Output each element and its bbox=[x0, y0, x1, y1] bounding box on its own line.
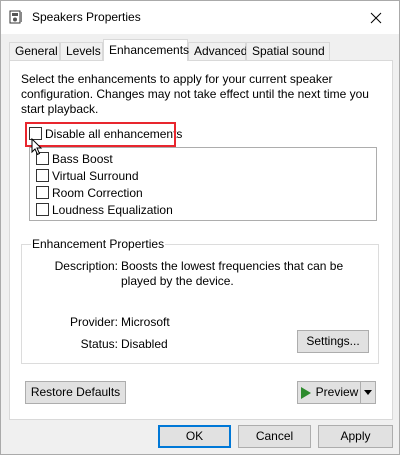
tab-spatial-sound[interactable]: Spatial sound bbox=[246, 42, 330, 60]
enhancement-properties-title: Enhancement Properties bbox=[31, 237, 166, 251]
preview-main[interactable]: Preview bbox=[298, 382, 361, 403]
intro-text: Select the enhancements to apply for you… bbox=[21, 72, 369, 116]
window-title: Speakers Properties bbox=[32, 10, 141, 24]
tab-strip: General Levels Enhancements Advanced Spa… bbox=[9, 39, 393, 61]
checkbox[interactable] bbox=[36, 186, 49, 200]
description-label: Description: bbox=[54, 259, 118, 273]
status-value: Disabled bbox=[121, 337, 168, 351]
tab-levels[interactable]: Levels bbox=[60, 42, 103, 60]
enhancement-list[interactable]: Bass Boost Virtual Surround Room Correct… bbox=[29, 147, 377, 221]
tab-advanced[interactable]: Advanced bbox=[188, 42, 247, 60]
enhancement-label: Virtual Surround bbox=[52, 168, 139, 183]
enhancement-label: Room Correction bbox=[52, 185, 143, 200]
preview-dropdown[interactable] bbox=[361, 382, 375, 403]
speakers-properties-window: Speakers Properties General Levels Enhan… bbox=[0, 0, 400, 455]
mouse-pointer-icon bbox=[31, 138, 43, 156]
cancel-button[interactable]: Cancel bbox=[238, 425, 311, 448]
enhancement-item-bass-boost[interactable]: Bass Boost bbox=[36, 151, 113, 167]
enhancement-label: Loudness Equalization bbox=[52, 202, 173, 217]
enhancement-item-room-correction[interactable]: Room Correction bbox=[36, 185, 143, 201]
restore-defaults-button[interactable]: Restore Defaults bbox=[25, 381, 126, 404]
status-label: Status: bbox=[80, 337, 118, 351]
provider-value: Microsoft bbox=[121, 315, 170, 329]
speaker-icon bbox=[9, 10, 22, 24]
enhancement-item-loudness-equalization[interactable]: Loudness Equalization bbox=[36, 202, 173, 218]
enhancement-label: Bass Boost bbox=[52, 151, 113, 166]
ok-button[interactable]: OK bbox=[158, 425, 231, 448]
preview-label: Preview bbox=[315, 385, 359, 399]
preview-button[interactable]: Preview bbox=[297, 381, 376, 404]
enhancement-item-virtual-surround[interactable]: Virtual Surround bbox=[36, 168, 139, 184]
checkbox[interactable] bbox=[36, 203, 49, 217]
settings-button[interactable]: Settings... bbox=[297, 330, 369, 353]
play-icon bbox=[300, 386, 311, 399]
description-value: Boosts the lowest frequencies that can b… bbox=[121, 259, 344, 288]
apply-button[interactable]: Apply bbox=[318, 425, 393, 448]
provider-label: Provider: bbox=[69, 315, 118, 329]
highlight-box bbox=[25, 122, 176, 147]
tab-general[interactable]: General bbox=[9, 42, 60, 60]
close-icon bbox=[370, 12, 382, 23]
close-button[interactable] bbox=[353, 1, 399, 34]
title-bar: Speakers Properties bbox=[1, 1, 399, 34]
tab-enhancements[interactable]: Enhancements bbox=[103, 39, 189, 61]
chevron-down-icon bbox=[364, 389, 372, 395]
checkbox[interactable] bbox=[36, 169, 49, 183]
